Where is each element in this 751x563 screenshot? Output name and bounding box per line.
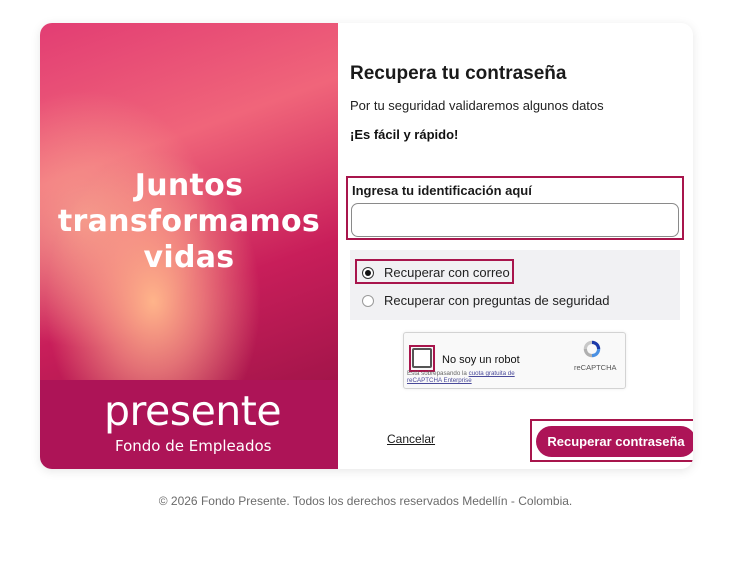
hero-panel: Juntos transformamos vidas presente Fond…: [40, 23, 338, 469]
recaptcha-brand: reCAPTCHA: [574, 363, 617, 372]
recovery-method-group: Recuperar con correo Recuperar con pregu…: [350, 250, 680, 320]
option-security-questions[interactable]: Recuperar con preguntas de seguridad: [362, 293, 609, 308]
brand-banner: presente Fondo de Empleados: [40, 380, 338, 469]
cancel-link[interactable]: Cancelar: [387, 432, 435, 446]
brand-subtitle: Fondo de Empleados: [115, 437, 272, 455]
id-input[interactable]: [351, 203, 679, 237]
option-email[interactable]: Recuperar con correo: [362, 265, 510, 280]
hero-title-line: vidas: [143, 240, 235, 275]
option-security-questions-label: Recuperar con preguntas de seguridad: [384, 293, 610, 308]
page-footer: © 2026 Fondo Presente. Todos los derecho…: [158, 494, 573, 508]
recaptcha-footer: Está sobrepasando la cuota gratuita de r…: [407, 370, 537, 384]
form-tagline: ¡Es fácil y rápido!: [350, 127, 459, 142]
radio-security-questions[interactable]: [362, 294, 374, 307]
hero-title: Juntos transformamos vidas: [40, 168, 338, 276]
hero-title-line: Juntos: [134, 168, 244, 203]
recaptcha-widget: No soy un robot reCAPTCHA Está sobrepasa…: [403, 332, 626, 389]
option-email-label: Recuperar con correo: [384, 265, 510, 280]
radio-email[interactable]: [362, 266, 374, 279]
form-panel: Recupera tu contraseña Por tu seguridad …: [338, 23, 693, 469]
recaptcha-footer-text: Está sobrepasando la: [407, 370, 467, 377]
page-title: Recupera tu contraseña: [350, 63, 567, 84]
recaptcha-logo-icon: [583, 340, 601, 358]
form-description: Por tu seguridad validaremos algunos dat…: [350, 98, 604, 113]
brand-logo: presente: [104, 387, 282, 435]
recaptcha-checkbox-highlight: [409, 345, 435, 372]
recaptcha-label: No soy un robot: [442, 354, 520, 366]
recover-password-button[interactable]: Recuperar contraseña: [536, 426, 693, 457]
id-field-group: Ingresa tu identificación aquí: [346, 176, 684, 240]
hero-title-line: transformamos: [57, 204, 321, 239]
id-field-label: Ingresa tu identificación aquí: [352, 183, 532, 198]
recovery-card: Juntos transformamos vidas presente Fond…: [40, 23, 693, 469]
